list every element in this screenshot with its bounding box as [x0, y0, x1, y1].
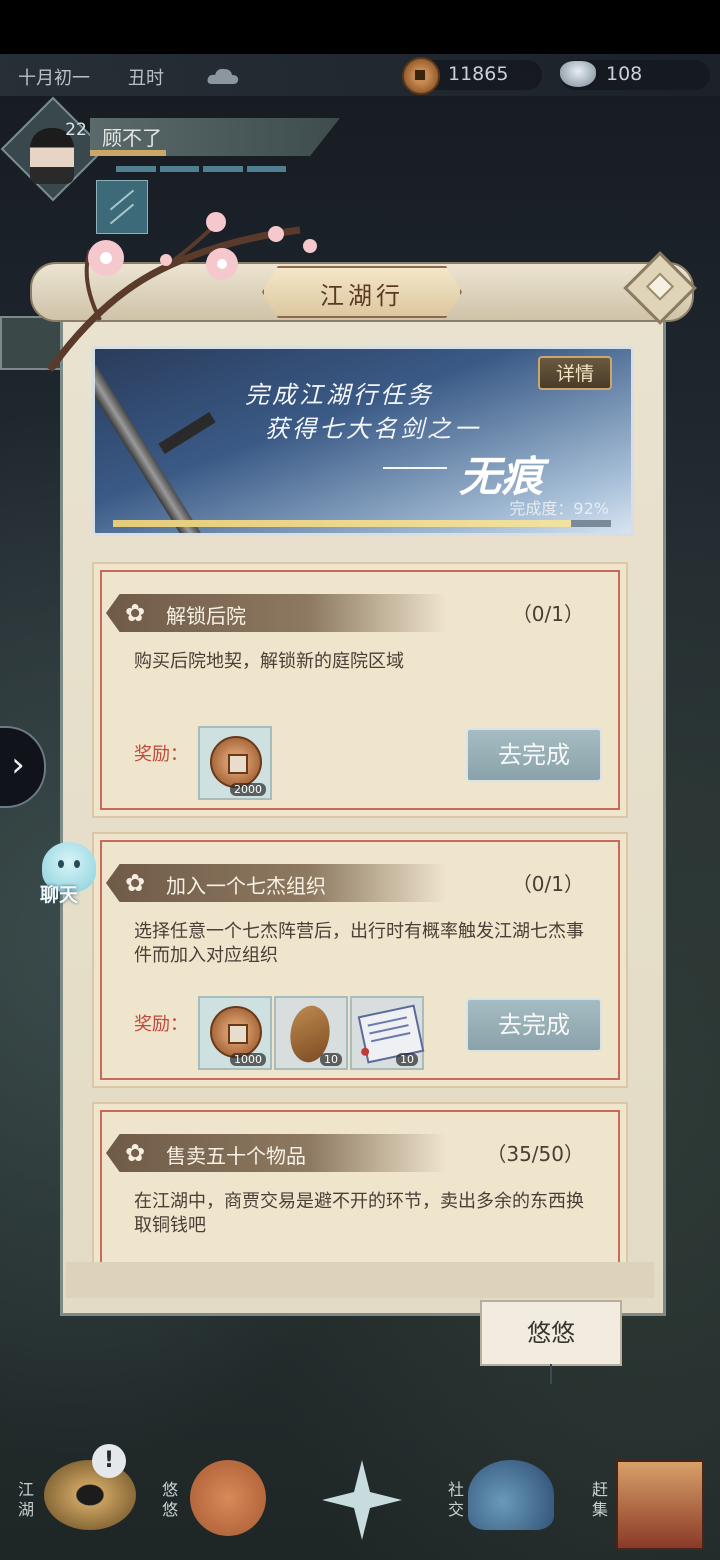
quest-description: 选择任意一个七杰阵营后，出行时有概率触发江湖七杰事件而加入对应组织	[134, 921, 584, 966]
nav-label: 社交	[447, 1480, 464, 1519]
banner-dash	[383, 467, 447, 469]
quest-card: ✿ 加入一个七杰组织 （0/1） 选择任意一个七杰阵营后，出行时有概率触发江湖七…	[92, 832, 628, 1088]
quest-card: ✿ 解锁后院 （0/1） 购买后院地契，解锁新的庭院区域 奖励： 2000 去完…	[92, 562, 628, 818]
experience-bar	[90, 150, 166, 156]
quest-progress: （0/1）	[511, 872, 584, 896]
coin-counter[interactable]: 11865	[402, 57, 542, 95]
details-button[interactable]: 详情	[538, 356, 612, 390]
nav-label: 江湖	[17, 1480, 34, 1519]
flower-icon: ✿	[124, 1139, 146, 1167]
panel-bottom-edge	[66, 1262, 654, 1298]
quest-description: 在江湖中，商贾交易是避不开的环节，卖出多余的东西换取铜钱吧	[134, 1191, 584, 1236]
crane-icon	[190, 1460, 266, 1536]
reward-label: 奖励：	[134, 1014, 188, 1035]
copper-coin-icon	[210, 736, 262, 788]
quest-title-bar: ✿ 加入一个七杰组织	[106, 864, 446, 902]
reward-item[interactable]: 10	[274, 996, 348, 1070]
player-name-bar[interactable]: 顾不了	[90, 118, 340, 156]
nav-label: 悠悠	[161, 1480, 178, 1519]
panel-title-plate: 江湖行	[262, 266, 462, 318]
go-complete-button[interactable]: 去完成	[466, 728, 602, 782]
copper-coin-icon	[210, 1006, 262, 1058]
npc-name-tag[interactable]: 悠悠	[480, 1300, 622, 1366]
completion-progress-fill	[113, 520, 572, 527]
reward-item[interactable]: 1000	[198, 996, 272, 1070]
panel-title: 江湖行	[320, 282, 404, 310]
side-tab[interactable]	[0, 316, 64, 370]
coin-amount: 11865	[448, 63, 509, 85]
nav-label: 赶集	[591, 1480, 608, 1519]
rank-badge-icon[interactable]	[96, 180, 148, 234]
top-status-bar: 十月初一 丑时 11865 108	[0, 54, 720, 96]
quest-description: 购买后院地契，解锁新的庭院区域	[134, 651, 404, 672]
silver-ingot-icon	[560, 61, 596, 87]
tag-string	[550, 1364, 552, 1384]
stamina-segments	[116, 166, 286, 172]
sword-guard	[158, 412, 216, 454]
calendar-date: 十月初一	[18, 68, 90, 89]
reward-quantity: 1000	[230, 1053, 266, 1066]
wave-icon	[468, 1460, 554, 1530]
quest-progress: （35/50）	[486, 1142, 584, 1166]
completion-progress-bar	[113, 520, 611, 527]
player-name: 顾不了	[102, 126, 162, 150]
reward-label: 奖励：	[134, 744, 188, 765]
banner-line-2: 获得七大名剑之一	[265, 415, 481, 443]
compass-star-icon	[322, 1460, 402, 1540]
flower-icon: ✿	[124, 599, 146, 627]
cloud-icon	[207, 68, 239, 84]
silver-counter[interactable]: 108	[560, 60, 710, 90]
chat-label[interactable]: 聊天	[40, 880, 78, 907]
completion-label: 完成度：92%	[509, 499, 609, 518]
reward-item[interactable]: 10	[350, 996, 425, 1070]
alert-icon: !	[92, 1444, 126, 1478]
quest-title: 加入一个七杰组织	[166, 874, 326, 898]
reward-quantity: 2000	[230, 783, 266, 796]
market-cart-icon	[616, 1460, 704, 1550]
reward-item[interactable]: 2000	[198, 726, 272, 800]
nav-item-youyou[interactable]: 悠悠	[150, 1420, 290, 1560]
silver-amount: 108	[606, 63, 643, 85]
reward-quantity: 10	[396, 1053, 418, 1066]
nav-item-market[interactable]: 赶集	[584, 1420, 720, 1560]
card-border	[100, 1110, 620, 1264]
time-of-day: 丑时	[128, 68, 164, 89]
banner-line-1: 完成江湖行任务	[245, 381, 434, 409]
quest-title-bar: ✿ 解锁后院	[106, 594, 446, 632]
bottom-navigation: 江湖 ! 悠悠 社交 赶集	[0, 1420, 720, 1560]
go-complete-button[interactable]: 去完成	[466, 998, 602, 1052]
top-black-bar	[0, 0, 720, 54]
flower-icon: ✿	[124, 869, 146, 897]
reward-quantity: 10	[320, 1053, 342, 1066]
nav-item-social[interactable]: 社交	[440, 1420, 580, 1560]
quest-card: ✿ 售卖五十个物品 （35/50） 在江湖中，商贾交易是避不开的环节，卖出多余的…	[92, 1102, 628, 1264]
quest-title: 售卖五十个物品	[166, 1144, 306, 1168]
quest-progress: （0/1）	[511, 602, 584, 626]
nav-item-jianghu[interactable]: 江湖 !	[0, 1420, 150, 1560]
copper-coin-icon	[402, 57, 440, 95]
player-level: 22	[65, 120, 87, 140]
quest-title: 解锁后院	[166, 604, 246, 628]
quest-title-bar: ✿ 售卖五十个物品	[106, 1134, 446, 1172]
